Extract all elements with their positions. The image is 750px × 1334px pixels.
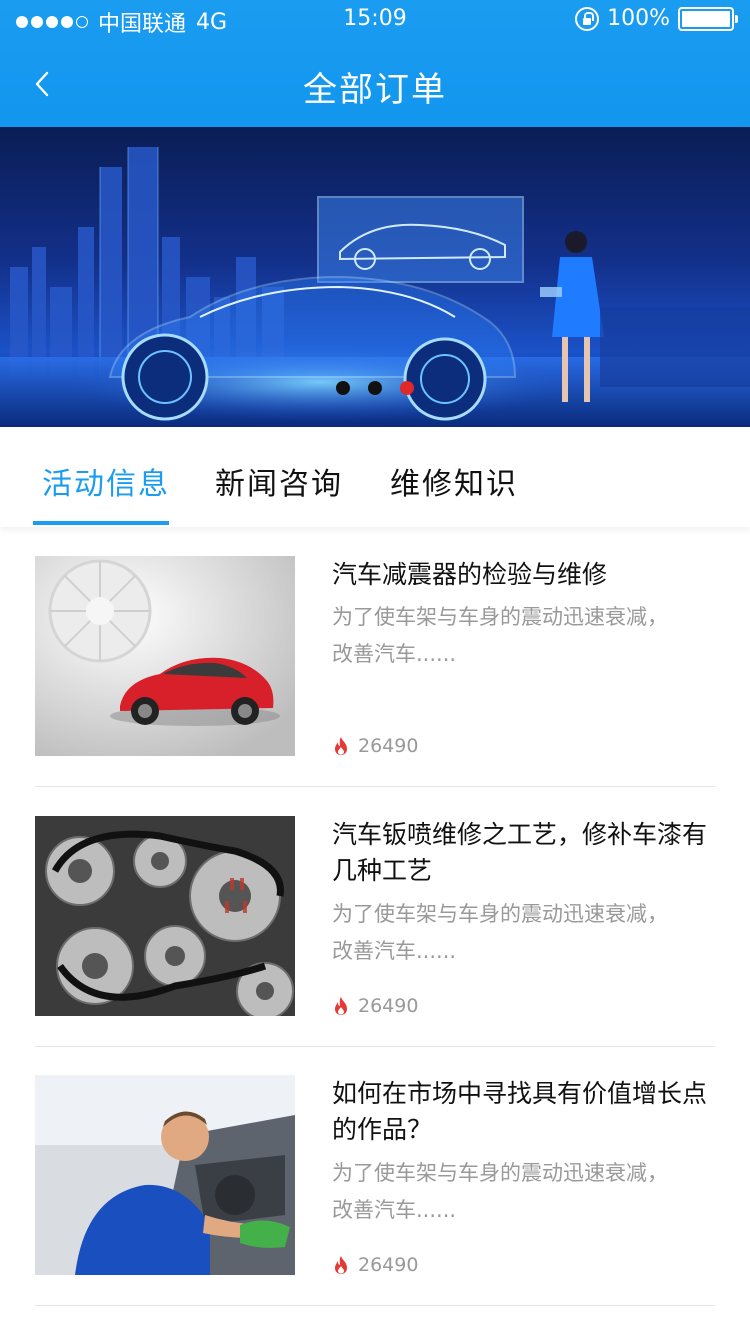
tab-activity-info[interactable]: 活动信息	[42, 459, 170, 503]
article-title: 汽车钣喷维修之工艺，修补车漆有几种工艺	[332, 820, 708, 885]
article-thumbnail	[35, 556, 295, 756]
page-title: 全部订单	[303, 70, 447, 110]
article-title: 如何在市场中寻找具有价值增长点的作品？	[332, 1079, 708, 1144]
article-desc-line: 为了使车架与车身的震动迅速衰减，	[332, 902, 668, 926]
red-sports-car-image	[35, 556, 295, 756]
list-item[interactable]: 汽车减震器的检验与维修 为了使车架与车身的震动迅速衰减， 改善汽车...... …	[35, 527, 715, 787]
banner-dot-3[interactable]	[400, 381, 414, 395]
status-bar: 中国联通 4G 15:09 100%	[0, 0, 750, 40]
view-count: 26490	[332, 735, 418, 757]
view-count: 26490	[332, 1254, 418, 1276]
status-right: 100%	[575, 6, 738, 31]
battery-percent: 100%	[607, 6, 670, 31]
nav-bar: 全部订单	[0, 40, 750, 127]
list-item[interactable]: 如何在市场中寻找具有价值增长点的作品？ 为了使车架与车身的震动迅速衰减， 改善汽…	[35, 1046, 715, 1306]
article-title: 汽车减震器的检验与维修	[332, 560, 608, 589]
tab-repair-knowledge[interactable]: 维修知识	[390, 459, 518, 503]
article-desc-line: 改善汽车......	[332, 1198, 457, 1222]
category-tabs: 活动信息 新闻咨询 维修知识	[0, 427, 750, 527]
article-desc-line: 为了使车架与车身的震动迅速衰减，	[332, 1161, 668, 1185]
tab-news[interactable]: 新闻咨询	[215, 459, 343, 503]
engine-belt-pulleys-image	[35, 816, 295, 1016]
banner-pagination	[336, 381, 414, 395]
article-desc-line: 改善汽车......	[332, 642, 457, 666]
view-count-value: 26490	[358, 735, 419, 757]
app-header: 中国联通 4G 15:09 100% 全部订单	[0, 0, 750, 127]
article-description: 为了使车架与车身的震动迅速衰减， 改善汽车......	[332, 1155, 717, 1229]
banner-carousel[interactable]	[0, 127, 750, 427]
article-desc-line: 为了使车架与车身的震动迅速衰减，	[332, 605, 668, 629]
view-count-value: 26490	[358, 995, 419, 1017]
article-description: 为了使车架与车身的震动迅速衰减， 改善汽车......	[332, 599, 717, 673]
fire-icon	[335, 997, 347, 1015]
article-thumbnail	[35, 1075, 295, 1275]
list-item[interactable]: 汽车钣喷维修之工艺，修补车漆有几种工艺 为了使车架与车身的震动迅速衰减， 改善汽…	[35, 787, 715, 1047]
active-tab-indicator	[33, 521, 169, 525]
fire-icon	[335, 1256, 347, 1274]
view-count: 26490	[332, 995, 418, 1017]
article-thumbnail	[35, 816, 295, 1016]
banner-dot-1[interactable]	[336, 381, 350, 395]
article-description: 为了使车架与车身的震动迅速衰减， 改善汽车......	[332, 896, 717, 970]
view-count-value: 26490	[358, 1254, 419, 1276]
article-desc-line: 改善汽车......	[332, 939, 457, 963]
fire-icon	[335, 737, 347, 755]
rotation-lock-icon	[575, 6, 600, 31]
battery-icon	[678, 6, 738, 31]
mechanic-cleaning-car-image	[35, 1075, 295, 1275]
banner-dot-2[interactable]	[368, 381, 382, 395]
